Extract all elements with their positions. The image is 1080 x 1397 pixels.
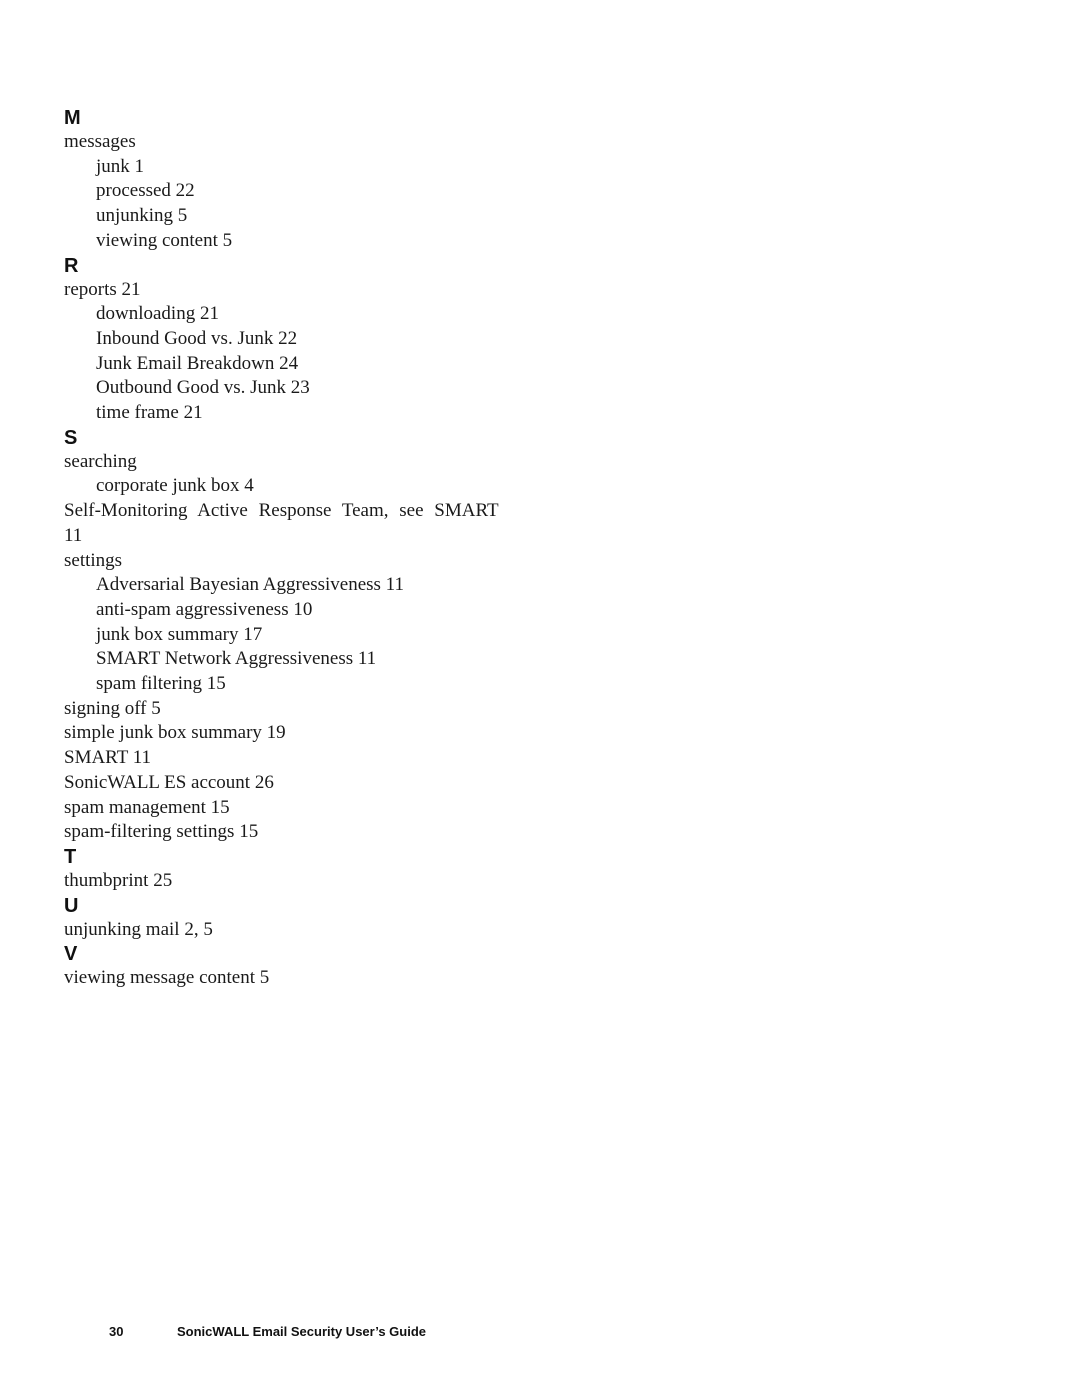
index-subentry: unjunking 5 — [96, 205, 188, 227]
index-subentry: Inbound Good vs. Junk 22 — [96, 327, 298, 349]
index-subentry: SMART Network Aggressiveness 11 — [96, 648, 377, 670]
section-letter-heading: M — [64, 107, 81, 129]
section-letter-heading: V — [64, 943, 78, 966]
index-subentry: Adversarial Bayesian Aggressiveness 11 — [96, 574, 404, 596]
index-entry: settings — [64, 549, 123, 571]
index-subentry: downloading 21 — [96, 303, 219, 325]
index-section-v: Vviewing message content 5 — [64, 942, 524, 991]
index-section-s: Ssearching corporate junk box 4 Self-Monit… — [64, 426, 524, 845]
section-letter-heading: S — [64, 426, 78, 449]
index-entry: simple junk box summary 19 — [64, 722, 286, 744]
index-subentry: Outbound Good vs. Junk 23 — [96, 377, 310, 399]
index-section-u: Uunjunking mail 2, 5 — [64, 894, 524, 943]
index-entry: viewing message content 5 — [64, 967, 270, 989]
index-entry: reports 21 — [64, 278, 141, 300]
index-subentry: corporate junk box 4 — [96, 475, 254, 497]
index-entry: unjunking mail 2, 5 — [64, 918, 213, 940]
index-entry: signing off 5 — [64, 697, 161, 719]
index-subentry: junk box summary 17 — [96, 623, 263, 645]
index-subentry: Junk Email Breakdown 24 — [96, 352, 299, 374]
index-entry: searching — [64, 450, 137, 472]
index-entry: SMART 11 — [64, 747, 152, 769]
page-footer: 30 SonicWALL Email Security User’s Guide — [109, 1324, 426, 1339]
index-subentry: time frame 21 — [96, 402, 203, 424]
section-letter-heading: T — [64, 845, 77, 868]
index-subentry: spam filtering 15 — [96, 673, 226, 695]
index-entry: spam-filtering settings 15 — [64, 821, 259, 843]
index-section-m: Mmessages junk 1 processed 22 unjunking 5 vi… — [64, 106, 524, 254]
index-subentry: junk 1 — [96, 155, 145, 177]
page-number: 30 — [109, 1324, 124, 1339]
index-section-t: Tthumbprint 25 — [64, 845, 524, 894]
index-subentry: anti-spam aggressiveness 10 — [96, 598, 313, 620]
section-letter-heading: U — [64, 894, 79, 917]
index-subentry: viewing content 5 — [96, 229, 233, 251]
index-entry: SonicWALL ES account 26 — [64, 771, 274, 793]
index-list: Mmessages junk 1 processed 22 unjunking 5 vi… — [64, 106, 524, 991]
index-entry: thumbprint 25 — [64, 869, 173, 891]
index-subentry: processed 22 — [96, 180, 195, 202]
index-section-r: Rreports 21 downloading 21 Inbound Good vs… — [64, 254, 524, 426]
index-entry: messages — [64, 131, 136, 152]
index-entry: Self-Monitoring Active Response Team, se… — [64, 500, 499, 546]
section-letter-heading: R — [64, 254, 79, 277]
document-title: SonicWALL Email Security User’s Guide — [177, 1324, 426, 1339]
index-entry: spam management 15 — [64, 796, 230, 818]
